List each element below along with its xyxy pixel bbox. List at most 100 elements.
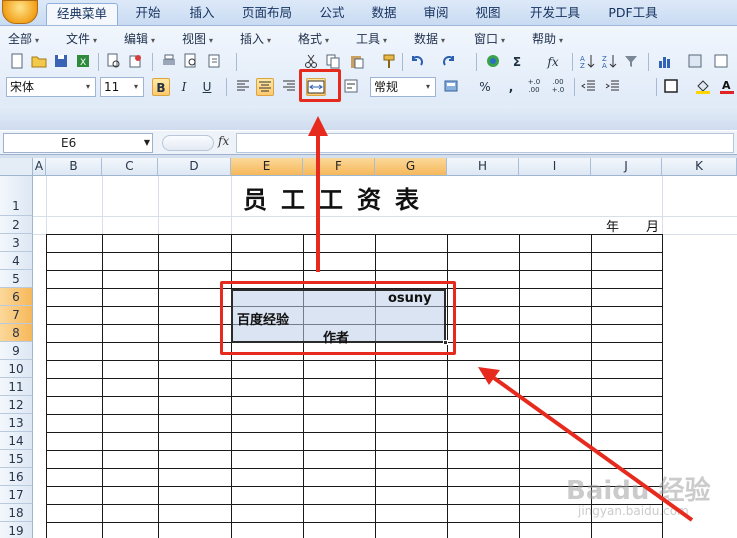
row-header-12[interactable]: 12 xyxy=(0,396,33,414)
undo-icon[interactable] xyxy=(408,53,426,71)
row-header-3[interactable]: 3 xyxy=(0,234,33,252)
row-header-19[interactable]: 19 xyxy=(0,522,33,538)
select-all-corner[interactable] xyxy=(0,158,33,176)
autosum-icon[interactable]: Σ xyxy=(508,53,526,71)
hyperlink-icon[interactable] xyxy=(484,53,502,71)
menu-data[interactable]: 数据 ▾ xyxy=(414,29,445,49)
row-header-1[interactable]: 1 xyxy=(0,176,33,216)
year-label: 年 xyxy=(606,220,620,235)
column-header-a[interactable]: A xyxy=(33,158,46,176)
tab-home[interactable]: 开始 xyxy=(126,3,170,25)
drawing-icon[interactable] xyxy=(686,53,704,71)
menu-help[interactable]: 帮助 ▾ xyxy=(532,29,563,49)
font-name-combobox[interactable]: 宋体 ▾ xyxy=(6,77,96,97)
tab-classic-menu[interactable]: 经典菜单 xyxy=(46,3,118,25)
row-header-9[interactable]: 9 xyxy=(0,342,33,360)
borders-icon[interactable] xyxy=(662,78,680,96)
menu-all[interactable]: 全部 ▾ xyxy=(8,29,39,49)
insert-function-icon[interactable]: fx xyxy=(544,53,562,71)
font-color-icon[interactable]: A xyxy=(718,78,736,96)
fill-color-icon[interactable] xyxy=(694,78,712,96)
column-header-g[interactable]: G xyxy=(375,158,447,176)
tab-formulas[interactable]: 公式 xyxy=(310,3,354,25)
row-header-10[interactable]: 10 xyxy=(0,360,33,378)
column-header-e[interactable]: E xyxy=(231,158,303,176)
format-painter-icon[interactable] xyxy=(380,53,398,71)
tab-pdf-tools[interactable]: PDF工具 xyxy=(600,3,666,25)
column-header-j[interactable]: J xyxy=(591,158,662,176)
menu-view[interactable]: 视图 ▾ xyxy=(182,29,213,49)
row-header-16[interactable]: 16 xyxy=(0,468,33,486)
menu-format[interactable]: 格式 ▾ xyxy=(298,29,329,49)
menu-tools[interactable]: 工具 ▾ xyxy=(356,29,387,49)
row-header-17[interactable]: 17 xyxy=(0,486,33,504)
percent-style-button[interactable]: % xyxy=(476,78,494,96)
formula-input[interactable] xyxy=(236,133,734,153)
watermark-brand: Baidu 经验 xyxy=(566,476,711,506)
new-document-icon[interactable] xyxy=(8,53,26,71)
row-header-11[interactable]: 11 xyxy=(0,378,33,396)
align-left-icon[interactable] xyxy=(234,78,252,96)
paste-icon[interactable] xyxy=(348,53,366,71)
align-center-icon[interactable] xyxy=(256,78,274,96)
menu-edit[interactable]: 编辑 ▾ xyxy=(124,29,155,49)
row-header-8[interactable]: 8 xyxy=(0,324,33,342)
bold-button[interactable]: B xyxy=(152,78,170,96)
number-format-combobox[interactable]: 常规 ▾ xyxy=(370,77,436,97)
filter-icon[interactable] xyxy=(622,53,640,71)
row-header-2[interactable]: 2 xyxy=(0,216,33,234)
column-header-h[interactable]: H xyxy=(447,158,519,176)
print-preview-icon[interactable] xyxy=(104,53,122,71)
tab-review[interactable]: 审阅 xyxy=(414,3,458,25)
row-header-14[interactable]: 14 xyxy=(0,432,33,450)
column-header-c[interactable]: C xyxy=(102,158,158,176)
zoom-icon[interactable] xyxy=(712,53,730,71)
save-icon[interactable] xyxy=(52,53,70,71)
row-header-13[interactable]: 13 xyxy=(0,414,33,432)
row-header-15[interactable]: 15 xyxy=(0,450,33,468)
open-folder-icon[interactable] xyxy=(30,53,48,71)
row-header-5[interactable]: 5 xyxy=(0,270,33,288)
decrease-decimal-button[interactable]: .00 +.0 xyxy=(548,78,568,96)
align-right-icon[interactable] xyxy=(280,78,298,96)
column-header-b[interactable]: B xyxy=(46,158,102,176)
menu-window[interactable]: 窗口 ▾ xyxy=(474,29,505,49)
tab-data[interactable]: 数据 xyxy=(362,3,406,25)
preview-icon[interactable] xyxy=(182,53,200,71)
insert-function-label[interactable]: fx xyxy=(218,134,229,148)
font-size-combobox[interactable]: 11 ▾ xyxy=(100,77,144,97)
office-button[interactable] xyxy=(2,0,38,24)
sort-ascending-icon[interactable]: AZ xyxy=(578,53,596,71)
currency-format-icon[interactable] xyxy=(442,78,460,96)
name-box[interactable]: E6 ▼ xyxy=(3,133,153,153)
wrap-text-icon[interactable] xyxy=(342,78,360,96)
excel-export-icon[interactable]: X xyxy=(74,53,92,71)
menu-insert[interactable]: 插入 ▾ xyxy=(240,29,271,49)
row-header-7[interactable]: 7 xyxy=(0,306,33,324)
column-header-k[interactable]: K xyxy=(662,158,737,176)
print-icon[interactable] xyxy=(160,53,178,71)
decrease-indent-icon[interactable] xyxy=(580,78,598,96)
chart-icon[interactable] xyxy=(656,53,674,71)
formula-bar-controls[interactable] xyxy=(162,135,214,151)
redo-icon[interactable] xyxy=(440,53,458,71)
increase-decimal-button[interactable]: +.0 .00 xyxy=(524,78,544,96)
row-header-6[interactable]: 6 xyxy=(0,288,33,306)
research-icon[interactable] xyxy=(206,53,224,71)
row-header-4[interactable]: 4 xyxy=(0,252,33,270)
column-header-i[interactable]: I xyxy=(519,158,591,176)
tab-page-layout[interactable]: 页面布局 xyxy=(234,3,300,25)
tab-insert[interactable]: 插入 xyxy=(180,3,224,25)
underline-button[interactable]: U xyxy=(198,78,216,96)
comma-style-button[interactable]: , xyxy=(502,78,520,96)
tab-view[interactable]: 视图 xyxy=(466,3,510,25)
row-header-18[interactable]: 18 xyxy=(0,504,33,522)
column-header-d[interactable]: D xyxy=(158,158,231,176)
permission-icon[interactable] xyxy=(126,53,144,71)
tab-developer[interactable]: 开发工具 xyxy=(522,3,588,25)
sort-descending-icon[interactable]: ZA xyxy=(600,53,618,71)
italic-button[interactable]: I xyxy=(175,78,193,96)
increase-indent-icon[interactable] xyxy=(604,78,622,96)
menu-file[interactable]: 文件 ▾ xyxy=(66,29,97,49)
column-header-f[interactable]: F xyxy=(303,158,375,176)
